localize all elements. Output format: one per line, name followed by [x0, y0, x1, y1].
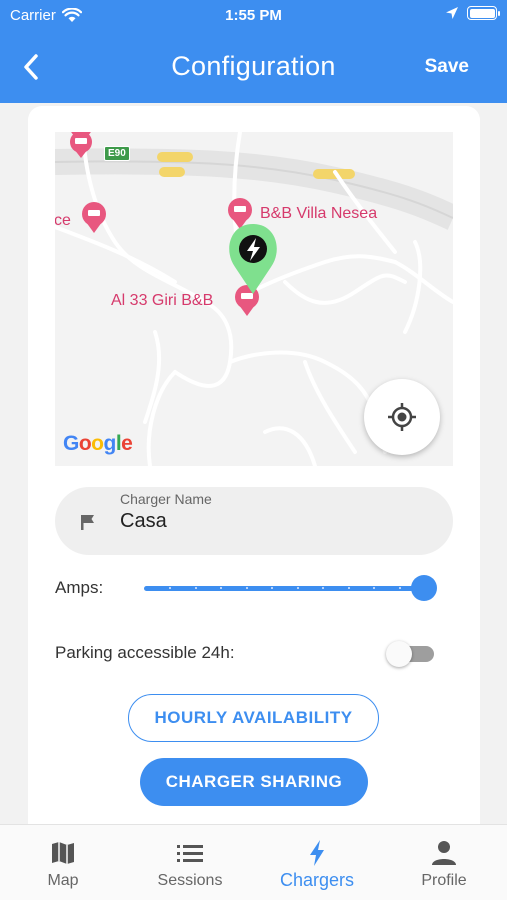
tab-label: Sessions: [157, 872, 223, 889]
amps-label: Amps:: [55, 578, 104, 597]
slider-step-dot: [245, 587, 248, 589]
save-button[interactable]: Save: [425, 56, 469, 78]
tab-sessions[interactable]: Sessions: [127, 825, 253, 900]
slider-track[interactable]: [144, 586, 424, 591]
slider-step-dot: [398, 587, 401, 589]
google-attribution: Google: [63, 432, 133, 455]
map-icon: [52, 842, 74, 864]
bolt-icon: [310, 840, 324, 866]
charger-sharing-button[interactable]: CHARGER SHARING: [140, 758, 368, 806]
slider-step-dot: [296, 587, 299, 589]
charger-name-field[interactable]: Charger Name Casa: [55, 487, 453, 555]
poi-label[interactable]: B&B Villa Nesea: [260, 205, 377, 223]
list-icon: [177, 845, 203, 862]
tab-label: Map: [47, 872, 79, 889]
parking-label: Parking accessible 24h:: [55, 643, 235, 662]
location-arrow-icon: [446, 7, 458, 19]
hourly-availability-button[interactable]: HOURLY AVAILABILITY: [128, 694, 379, 742]
tab-label: Profile: [421, 872, 467, 889]
parking-toggle[interactable]: [386, 641, 436, 667]
tab-profile[interactable]: Profile: [381, 825, 507, 900]
status-bar: Carrier 1:55 PM: [0, 0, 507, 32]
slider-thumb[interactable]: [411, 575, 437, 601]
tab-label: Chargers: [279, 870, 355, 890]
poi-label: ce: [55, 212, 71, 229]
crosshair-icon: [388, 403, 416, 431]
person-icon: [432, 841, 456, 865]
tab-map[interactable]: Map: [0, 825, 126, 900]
amps-slider[interactable]: [144, 574, 437, 602]
flag-icon: [81, 515, 94, 530]
slider-step-dot: [347, 587, 350, 589]
poi-label[interactable]: Al 33 Giri B&B: [111, 292, 213, 310]
road-shield: E90: [104, 146, 130, 161]
header: Carrier 1:55 PM Configuration Save: [0, 0, 507, 103]
status-right: [445, 6, 500, 20]
tab-chargers[interactable]: Chargers: [254, 825, 380, 900]
battery-icon: [467, 6, 500, 20]
map-view[interactable]: E90 B&B Villa Nesea Al 33 Giri B&B ce Go…: [55, 132, 453, 466]
charger-name-input[interactable]: Casa: [120, 510, 167, 533]
navbar: Configuration Save: [0, 40, 507, 94]
tab-bar: Map Sessions Chargers Profile: [0, 824, 507, 900]
slider-step-dot: [194, 587, 197, 589]
locate-button[interactable]: [364, 379, 440, 455]
charger-name-label: Charger Name: [120, 491, 212, 507]
status-time: 1:55 PM: [225, 7, 282, 24]
toggle-knob[interactable]: [386, 641, 412, 667]
